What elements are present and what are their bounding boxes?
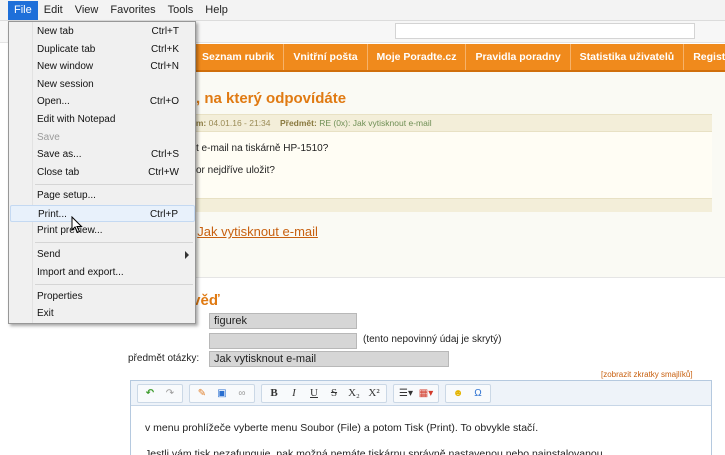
list-table-group: ☰▾ ▦▾	[393, 383, 439, 403]
meta-date-value: 04.01.16 - 21:34	[208, 118, 271, 128]
menu-item-print-preview[interactable]: Print preview...	[10, 222, 195, 240]
menu-item-send[interactable]: Send	[10, 246, 195, 264]
smiley-icon[interactable]: ☻	[448, 385, 468, 402]
italic-icon[interactable]: I	[284, 385, 304, 402]
format-group: B I U S X₂ X²	[261, 383, 387, 403]
undo-redo-group: ↶ ↷	[137, 383, 183, 403]
menu-item-exit[interactable]: Exit	[10, 305, 195, 323]
original-question-meta: t Datum: 04.01.16 - 21:34 Předmět: RE (0…	[120, 114, 712, 132]
menu-view[interactable]: View	[69, 1, 105, 20]
table-dropdown-icon[interactable]: ▦▾	[416, 385, 436, 402]
reply-title: ověď	[183, 292, 220, 309]
redo-icon[interactable]: ↷	[160, 385, 180, 402]
undo-icon[interactable]: ↶	[140, 385, 160, 402]
menu-favorites[interactable]: Favorites	[104, 1, 161, 20]
list-dropdown-icon[interactable]: ☰▾	[396, 385, 416, 402]
rich-text-editor[interactable]: ↶ ↷ ✎ ▣ ∞ B I U S X₂ X² ☰▾ ▦▾ ☻ Ω v menu…	[130, 380, 712, 455]
menu-tools[interactable]: Tools	[162, 1, 200, 20]
menu-item-open[interactable]: Open... Ctrl+O	[10, 93, 195, 111]
nav-pravidla[interactable]: Pravidla poradny	[466, 44, 571, 70]
editor-line-1: v menu prohlížeče vyberte menu Soubor (F…	[145, 422, 539, 434]
meta-subject-value: RE (0x): Jak vytisknout e-mail	[319, 118, 432, 128]
original-question-body: t e-mail na tiskárně HP-1510? or nejdřív…	[120, 132, 712, 202]
bold-icon[interactable]: B	[264, 385, 284, 402]
link-icon[interactable]: ∞	[232, 385, 252, 402]
menu-item-page-setup[interactable]: Page setup...	[10, 187, 195, 205]
menu-file[interactable]: File	[8, 0, 38, 20]
underline-icon[interactable]: U	[304, 385, 324, 402]
file-menu-dropdown: New tab Ctrl+T Duplicate tab Ctrl+K New …	[8, 21, 196, 324]
strikethrough-icon[interactable]: S	[324, 385, 344, 402]
superscript-icon[interactable]: X²	[364, 385, 384, 402]
original-question-link-row: : Jak vytisknout e-mail	[120, 224, 725, 239]
browser-menubar: File Edit View Favorites Tools Help	[0, 0, 725, 21]
site-navbar: Seznam rubrik Vnitřní pošta Moje Poradte…	[120, 44, 725, 72]
editor-content[interactable]: v menu prohlížeče vyberte menu Soubor (F…	[145, 415, 606, 455]
editor-toolbar: ↶ ↷ ✎ ▣ ∞ B I U S X₂ X² ☰▾ ▦▾ ☻ Ω	[131, 381, 711, 406]
menu-item-save-as[interactable]: Save as... Ctrl+S	[10, 146, 195, 164]
edit-source-icon[interactable]: ✎	[192, 385, 212, 402]
menu-item-new-window[interactable]: New window Ctrl+N	[10, 58, 195, 76]
submenu-arrow-icon	[185, 251, 189, 259]
insert-extra-group: ☻ Ω	[445, 383, 491, 403]
top-search-box[interactable]	[395, 23, 695, 39]
subject-label: předmět otázky:	[128, 353, 200, 364]
name-field[interactable]: figurek	[209, 313, 357, 329]
nav-statistika[interactable]: Statistika uživatelů	[571, 44, 685, 70]
mouse-cursor-icon	[71, 216, 83, 234]
main-content: , na který odpovídáte t Datum: 04.01.16 …	[120, 72, 725, 455]
original-question-footer	[120, 198, 712, 212]
menu-help[interactable]: Help	[199, 1, 234, 20]
special-char-icon[interactable]: Ω	[468, 385, 488, 402]
menu-item-new-tab[interactable]: New tab Ctrl+T	[10, 23, 195, 41]
nav-moje-poradte[interactable]: Moje Poradte.cz	[368, 44, 467, 70]
nav-vnitrni-posta[interactable]: Vnitřní pošta	[284, 44, 368, 70]
menu-separator	[35, 242, 193, 243]
menu-item-import-export[interactable]: Import and export...	[10, 264, 195, 282]
menu-item-new-session[interactable]: New session	[10, 76, 195, 94]
menu-item-print[interactable]: Print... Ctrl+P	[10, 204, 195, 223]
original-body-line2: or nejdříve uložit?	[196, 165, 275, 176]
hidden-field-note: (tento nepovinný údaj je skrytý)	[363, 334, 502, 345]
reply-panel: ověď figurek (tento nepovinný údaj je sk…	[120, 277, 725, 455]
subscript-icon[interactable]: X₂	[344, 385, 364, 402]
image-icon[interactable]: ▣	[212, 385, 232, 402]
show-smiley-shortcuts-link[interactable]: [zobrazit zkratky smajlíků]	[601, 370, 693, 379]
original-body-line1: t e-mail na tiskárně HP-1510?	[196, 143, 329, 154]
menu-separator	[35, 184, 193, 185]
editor-line-2: Jestli vám tisk nezafunguje, pak možná n…	[145, 448, 606, 455]
menu-item-save: Save	[37, 131, 60, 143]
menu-separator	[35, 284, 193, 285]
subject-field[interactable]: Jak vytisknout e-mail	[209, 351, 449, 367]
menu-item-edit-with-notepad[interactable]: Edit with Notepad	[10, 111, 195, 129]
original-question-title: , na který odpovídáte	[196, 90, 347, 107]
nav-registrace[interactable]: Registrace	[684, 44, 725, 70]
insert-group: ✎ ▣ ∞	[189, 383, 255, 403]
original-question-link[interactable]: Jak vytisknout e-mail	[197, 224, 318, 239]
menu-item-properties[interactable]: Properties	[10, 288, 195, 306]
menu-edit[interactable]: Edit	[38, 1, 69, 20]
menu-item-close-tab[interactable]: Close tab Ctrl+W	[10, 164, 195, 182]
hidden-optional-field[interactable]	[209, 333, 357, 349]
menu-item-duplicate-tab[interactable]: Duplicate tab Ctrl+K	[10, 41, 195, 59]
meta-subject-label: Předmět:	[279, 118, 317, 128]
